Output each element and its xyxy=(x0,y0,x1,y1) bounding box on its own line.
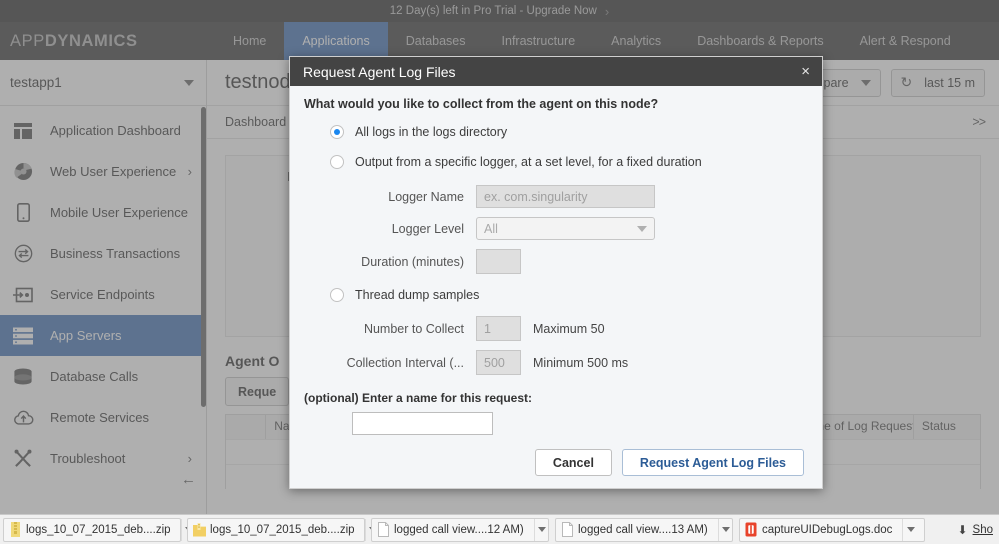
dialog-prompt: What would you like to collect from the … xyxy=(304,97,659,111)
field-collection-interval: Collection Interval (... 500 Minimum 500… xyxy=(304,350,808,375)
request-name-label: (optional) Enter a name for this request… xyxy=(304,391,533,405)
zip-icon xyxy=(4,522,26,537)
download-item[interactable]: logged call view....12 AM) xyxy=(371,517,550,542)
show-all-downloads-button[interactable]: ⬇ Sho xyxy=(957,523,999,537)
download-arrow-icon: ⬇ xyxy=(957,522,968,537)
folder-zip-icon xyxy=(188,522,210,537)
radio-label: Thread dump samples xyxy=(355,288,480,302)
logger-level-value: All xyxy=(484,221,498,236)
download-file-name: logs_10_07_2015_deb....zip xyxy=(210,523,355,536)
download-menu-button[interactable] xyxy=(902,518,918,541)
chevron-down-icon xyxy=(538,527,547,532)
dialog-actions: Cancel Request Agent Log Files xyxy=(304,449,808,476)
radio-option-all-logs[interactable]: All logs in the logs directory xyxy=(330,125,808,139)
field-label: Number to Collect xyxy=(363,321,464,336)
number-to-collect-hint: Maximum 50 xyxy=(533,321,605,336)
document-icon xyxy=(372,522,394,537)
field-label: Duration (minutes) xyxy=(361,254,464,269)
collection-interval-input[interactable]: 500 xyxy=(476,350,521,375)
download-file-name: logged call view....12 AM) xyxy=(394,523,524,536)
field-logger-level: Logger Level All xyxy=(304,217,808,240)
dialog-title-bar: Request Agent Log Files × xyxy=(290,57,822,86)
cancel-button[interactable]: Cancel xyxy=(534,449,612,476)
download-menu-button[interactable] xyxy=(717,518,734,541)
document-icon xyxy=(556,522,578,537)
dialog-body: What would you like to collect from the … xyxy=(290,86,822,488)
download-file-name: captureUIDebugLogs.doc xyxy=(762,523,893,536)
logger-level-select[interactable]: All xyxy=(476,217,655,240)
radio-button-specific-logger[interactable] xyxy=(330,155,344,169)
radio-button-thread-dump-samples[interactable] xyxy=(330,288,344,302)
download-menu-button[interactable] xyxy=(533,518,550,541)
field-label: Collection Interval (... xyxy=(346,355,464,370)
close-icon[interactable]: × xyxy=(801,64,810,79)
field-label: Logger Level xyxy=(391,221,464,236)
chevron-down-icon xyxy=(906,527,915,532)
download-item[interactable]: captureUIDebugLogs.doc xyxy=(739,517,925,542)
collection-interval-hint: Minimum 500 ms xyxy=(533,355,629,370)
downloads-taskbar: logs_10_07_2015_deb....zip logs_10_07_20… xyxy=(0,514,999,544)
radio-label: Output from a specific logger, at a set … xyxy=(355,155,702,169)
request-agent-log-files-dialog: Request Agent Log Files × What would you… xyxy=(289,56,823,489)
radio-option-thread-dump-samples[interactable]: Thread dump samples xyxy=(330,288,808,302)
download-item[interactable]: logged call view....13 AM) xyxy=(555,517,734,542)
field-duration-minutes: Duration (minutes) xyxy=(304,249,808,274)
submit-request-agent-log-files-button[interactable]: Request Agent Log Files xyxy=(621,449,804,476)
chevron-down-icon xyxy=(722,527,731,532)
download-file-name: logged call view....13 AM) xyxy=(578,523,708,536)
download-item[interactable]: logs_10_07_2015_deb....zip xyxy=(3,517,194,542)
duration-minutes-input[interactable] xyxy=(476,249,521,274)
download-item[interactable]: logs_10_07_2015_deb....zip xyxy=(187,517,378,542)
radio-label: All logs in the logs directory xyxy=(355,125,508,139)
show-all-label: Sho xyxy=(972,523,993,536)
field-label: Logger Name xyxy=(388,189,464,204)
radio-option-specific-logger[interactable]: Output from a specific logger, at a set … xyxy=(330,155,808,169)
dialog-title: Request Agent Log Files xyxy=(303,63,456,80)
logger-name-input[interactable]: ex. com.singularity xyxy=(476,185,655,208)
number-to-collect-input[interactable]: 1 xyxy=(476,316,521,341)
word-doc-icon xyxy=(740,522,762,537)
chevron-down-icon xyxy=(637,225,647,232)
field-logger-name: Logger Name ex. com.singularity xyxy=(304,185,808,208)
radio-button-all-logs[interactable] xyxy=(330,125,344,139)
field-number-to-collect: Number to Collect 1 Maximum 50 xyxy=(304,316,808,341)
download-file-name: logs_10_07_2015_deb....zip xyxy=(26,523,171,536)
request-name-input[interactable] xyxy=(352,412,493,435)
